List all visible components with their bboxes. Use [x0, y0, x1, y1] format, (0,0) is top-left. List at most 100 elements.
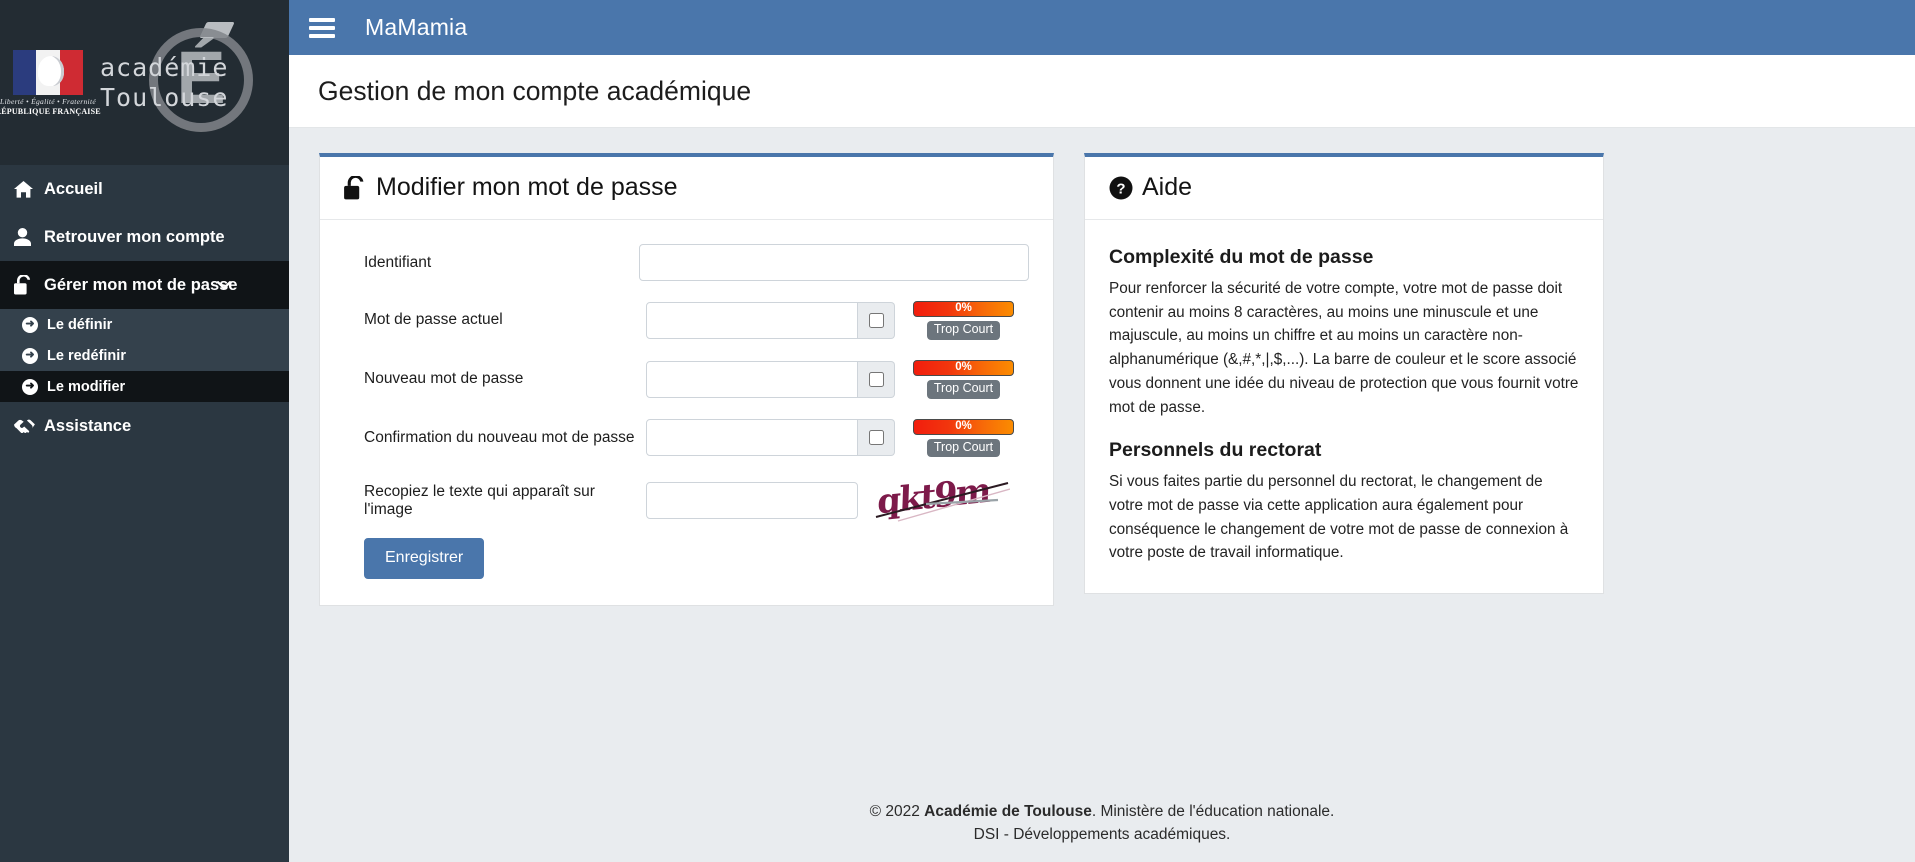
sidebar-nav: Accueil Retrouver mon compte Gérer mon m…	[0, 165, 289, 450]
marianne-icon	[38, 55, 65, 86]
question-circle-icon: ?	[1109, 176, 1133, 200]
sidebar-item-accueil[interactable]: Accueil	[0, 165, 289, 213]
footer-line-1: © 2022 Académie de Toulouse. Ministère d…	[289, 800, 1915, 823]
brand-logo: Liberté • Égalité • Fraternité RÉPUBLIQU…	[0, 0, 289, 165]
nouveau-mot-de-passe-input[interactable]	[646, 360, 858, 398]
show-password-toggle-actuel[interactable]	[858, 301, 895, 339]
arrow-circle-right-icon: ➜	[22, 378, 38, 395]
sidebar-subitem-label: Le redéfinir	[47, 347, 126, 364]
page-title: Gestion de mon compte académique	[318, 75, 752, 106]
sidebar-item-label: Retrouver mon compte	[44, 227, 225, 246]
confirmation-mot-de-passe-input[interactable]	[646, 419, 858, 457]
help-section-heading-1: Complexité du mot de passe	[1109, 246, 1374, 268]
field-row-mot-de-passe-actuel: Mot de passe actuel 0% Trop Court	[344, 301, 1029, 340]
academy-wordmark: académie Toulouse	[100, 55, 228, 110]
mot-de-passe-actuel-input[interactable]	[646, 301, 858, 339]
sidebar-item-assistance[interactable]: Assistance	[0, 402, 289, 450]
field-label-identifiant: Identifiant	[364, 253, 432, 271]
footer-ministry: . Ministère de l'éducation nationale.	[1091, 802, 1335, 820]
save-button[interactable]: Enregistrer	[364, 538, 485, 580]
tricolor-flag-icon	[13, 49, 83, 95]
strength-badge: Trop Court	[926, 438, 1001, 458]
sidebar-subitem-label: Le modifier	[47, 378, 126, 395]
content-area: Modifier mon mot de passe Identifiant Mo…	[289, 128, 1915, 778]
flag-republic-label: RÉPUBLIQUE FRANÇAISE	[0, 106, 101, 116]
handshake-icon	[14, 419, 44, 434]
footer-copyright: © 2022	[869, 802, 925, 820]
field-row-confirmation: Confirmation du nouveau mot de passe 0% …	[344, 418, 1029, 458]
show-password-toggle-nouveau[interactable]	[858, 360, 895, 398]
change-password-card-header: Modifier mon mot de passe	[320, 157, 1053, 220]
strength-bar: 0%	[913, 359, 1014, 376]
french-republic-logo: Liberté • Égalité • Fraternité RÉPUBLIQU…	[0, 48, 101, 118]
field-control-captcha: qkt9m	[646, 477, 1010, 524]
main-area: MaMamia Gestion de mon compte académique	[289, 0, 1915, 862]
sidebar-subitem-le-redefinir[interactable]: ➜ Le redéfinir	[0, 340, 289, 371]
identifiant-input[interactable]	[639, 244, 1029, 281]
password-strength-meter-nouveau: 0% Trop Court	[913, 359, 1014, 399]
field-control-confirmation: 0% Trop Court	[646, 418, 1014, 458]
field-row-captcha: Recopiez le texte qui apparaît sur l'ima…	[344, 477, 1029, 524]
sidebar-subitem-le-definir[interactable]: ➜ Le définir	[0, 309, 289, 340]
help-section-heading-2: Personnels du rectorat	[1109, 439, 1322, 462]
password-strength-meter-actuel: 0% Trop Court	[913, 301, 1014, 340]
captcha-image: qkt9m	[874, 477, 1010, 524]
user-icon	[14, 228, 44, 246]
unlock-icon	[344, 175, 367, 200]
show-password-checkbox[interactable]	[868, 312, 884, 328]
field-label-confirmation: Confirmation du nouveau mot de passe	[364, 428, 635, 446]
hamburger-icon[interactable]	[309, 17, 335, 38]
app-root: Liberté • Égalité • Fraternité RÉPUBLIQU…	[0, 0, 1915, 862]
field-row-nouveau-mot-de-passe: Nouveau mot de passe 0% Trop Court	[344, 359, 1029, 399]
strength-badge: Trop Court	[926, 379, 1001, 399]
sidebar-item-label: Assistance	[44, 416, 132, 435]
arrow-circle-right-icon: ➜	[22, 347, 38, 364]
captcha-input[interactable]	[646, 482, 858, 520]
help-card-title: Aide	[1142, 173, 1193, 201]
footer: © 2022 Académie de Toulouse. Ministère d…	[289, 778, 1915, 862]
sidebar-subitem-le-modifier[interactable]: ➜ Le modifier	[0, 371, 289, 402]
strength-badge: Trop Court	[926, 321, 1001, 340]
topbar: MaMamia	[289, 0, 1915, 55]
sidebar-item-label: Gérer mon mot de passe	[44, 275, 238, 294]
help-card-header: ? Aide	[1085, 157, 1603, 220]
academy-line-2: Toulouse	[100, 83, 229, 112]
svg-text:?: ?	[1116, 180, 1125, 197]
change-password-card-title: Modifier mon mot de passe	[376, 173, 678, 201]
help-card: ? Aide Complexité du mot de passe Pour r…	[1084, 153, 1604, 595]
footer-organisation: Académie de Toulouse	[924, 802, 1092, 820]
help-section-body-1: Pour renforcer la sécurité de votre comp…	[1109, 280, 1579, 416]
footer-line-2: DSI - Développements académiques.	[973, 825, 1231, 843]
strength-bar: 0%	[913, 301, 1014, 317]
flag-motto: Liberté • Égalité • Fraternité	[0, 96, 96, 106]
app-title: MaMamia	[365, 14, 468, 40]
unlock-icon	[14, 275, 44, 295]
home-icon	[14, 180, 44, 198]
chevron-down-icon	[216, 277, 232, 293]
sidebar-submenu: ➜ Le définir ➜ Le redéfinir ➜ Le modifie…	[0, 309, 289, 402]
field-label-mot-de-passe-actuel: Mot de passe actuel	[364, 311, 503, 329]
field-row-identifiant: Identifiant	[344, 244, 1029, 281]
sidebar-item-gerer-mon-mot-de-passe[interactable]: Gérer mon mot de passe	[0, 261, 289, 309]
help-card-body: Complexité du mot de passe Pour renforce…	[1085, 220, 1603, 593]
help-section-body-2: Si vous faites partie du personnel du re…	[1109, 473, 1569, 562]
change-password-card: Modifier mon mot de passe Identifiant Mo…	[319, 153, 1054, 607]
show-password-checkbox[interactable]	[868, 430, 884, 446]
change-password-form: Identifiant Mot de passe actuel 0% Trop …	[320, 220, 1053, 605]
show-password-toggle-confirmation[interactable]	[858, 419, 895, 457]
sidebar-item-retrouver-mon-compte[interactable]: Retrouver mon compte	[0, 213, 289, 261]
show-password-checkbox[interactable]	[868, 371, 884, 387]
password-strength-meter-confirmation: 0% Trop Court	[913, 418, 1014, 458]
sidebar: Liberté • Égalité • Fraternité RÉPUBLIQU…	[0, 0, 289, 862]
field-row-submit: Enregistrer	[344, 532, 1029, 580]
field-control-nouveau-mot-de-passe: 0% Trop Court	[646, 359, 1014, 399]
field-control-identifiant	[639, 244, 1029, 281]
field-control-mot-de-passe-actuel: 0% Trop Court	[646, 301, 1014, 340]
arrow-circle-right-icon: ➜	[22, 316, 38, 333]
field-label-nouveau-mot-de-passe: Nouveau mot de passe	[364, 370, 524, 388]
page-header: Gestion de mon compte académique	[289, 55, 1915, 128]
strength-bar: 0%	[913, 418, 1014, 435]
sidebar-subitem-label: Le définir	[47, 316, 113, 333]
sidebar-item-label: Accueil	[44, 179, 103, 198]
academy-line-1: académie	[100, 53, 229, 82]
